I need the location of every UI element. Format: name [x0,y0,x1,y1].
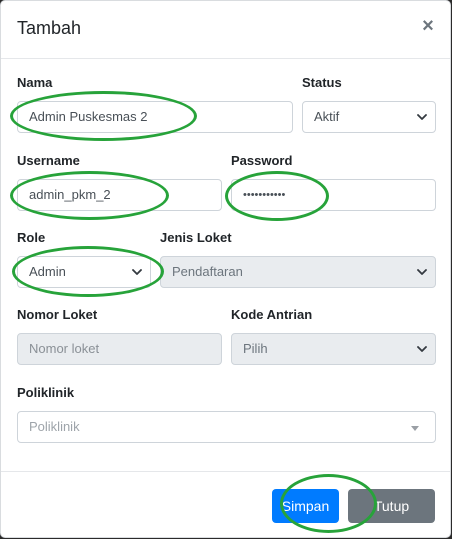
username-label: Username [17,153,80,168]
chevron-down-icon [417,114,427,120]
status-label: Status [302,75,342,90]
jenis-loket-select[interactable]: Pendaftaran [160,256,436,288]
username-input[interactable]: admin_pkm_2 [17,179,222,211]
nomor-loket-label: Nomor Loket [17,307,98,322]
jenis-loket-label: Jenis Loket [160,230,232,245]
add-user-modal: Tambah × Nama Admin Puskesmas 2 Status A… [0,0,451,538]
caret-down-icon [411,426,419,431]
status-selected-value: Aktif [314,109,340,124]
jenis-loket-selected-value: Pendaftaran [172,264,243,279]
nama-input[interactable]: Admin Puskesmas 2 [17,101,293,133]
chevron-down-icon [132,269,142,275]
password-input[interactable]: ••••••••••• [231,179,436,211]
poliklinik-placeholder: Poliklinik [29,419,80,434]
modal-title: Tambah [17,18,82,38]
chevron-down-icon [417,346,427,352]
poliklinik-label: Poliklinik [17,385,75,400]
poliklinik-select[interactable]: Poliklinik [17,411,436,443]
nomor-loket-input[interactable]: Nomor loket [17,333,222,365]
chevron-down-icon [417,269,427,275]
nama-label: Nama [17,75,53,90]
modal-header: Tambah × [1,1,450,59]
kode-antrian-selected-value: Pilih [243,341,268,356]
kode-antrian-select[interactable]: Pilih [231,333,436,365]
role-selected-value: Admin [29,264,66,279]
password-label: Password [231,153,293,168]
close-button[interactable]: Tutup [348,489,435,523]
save-button[interactable]: Simpan [272,489,339,523]
role-select[interactable]: Admin [17,256,151,288]
role-label: Role [17,230,46,245]
kode-antrian-label: Kode Antrian [231,307,313,322]
close-icon[interactable]: × [418,15,438,37]
status-select[interactable]: Aktif [302,101,436,133]
modal-footer: Simpan Tutup [1,471,450,539]
